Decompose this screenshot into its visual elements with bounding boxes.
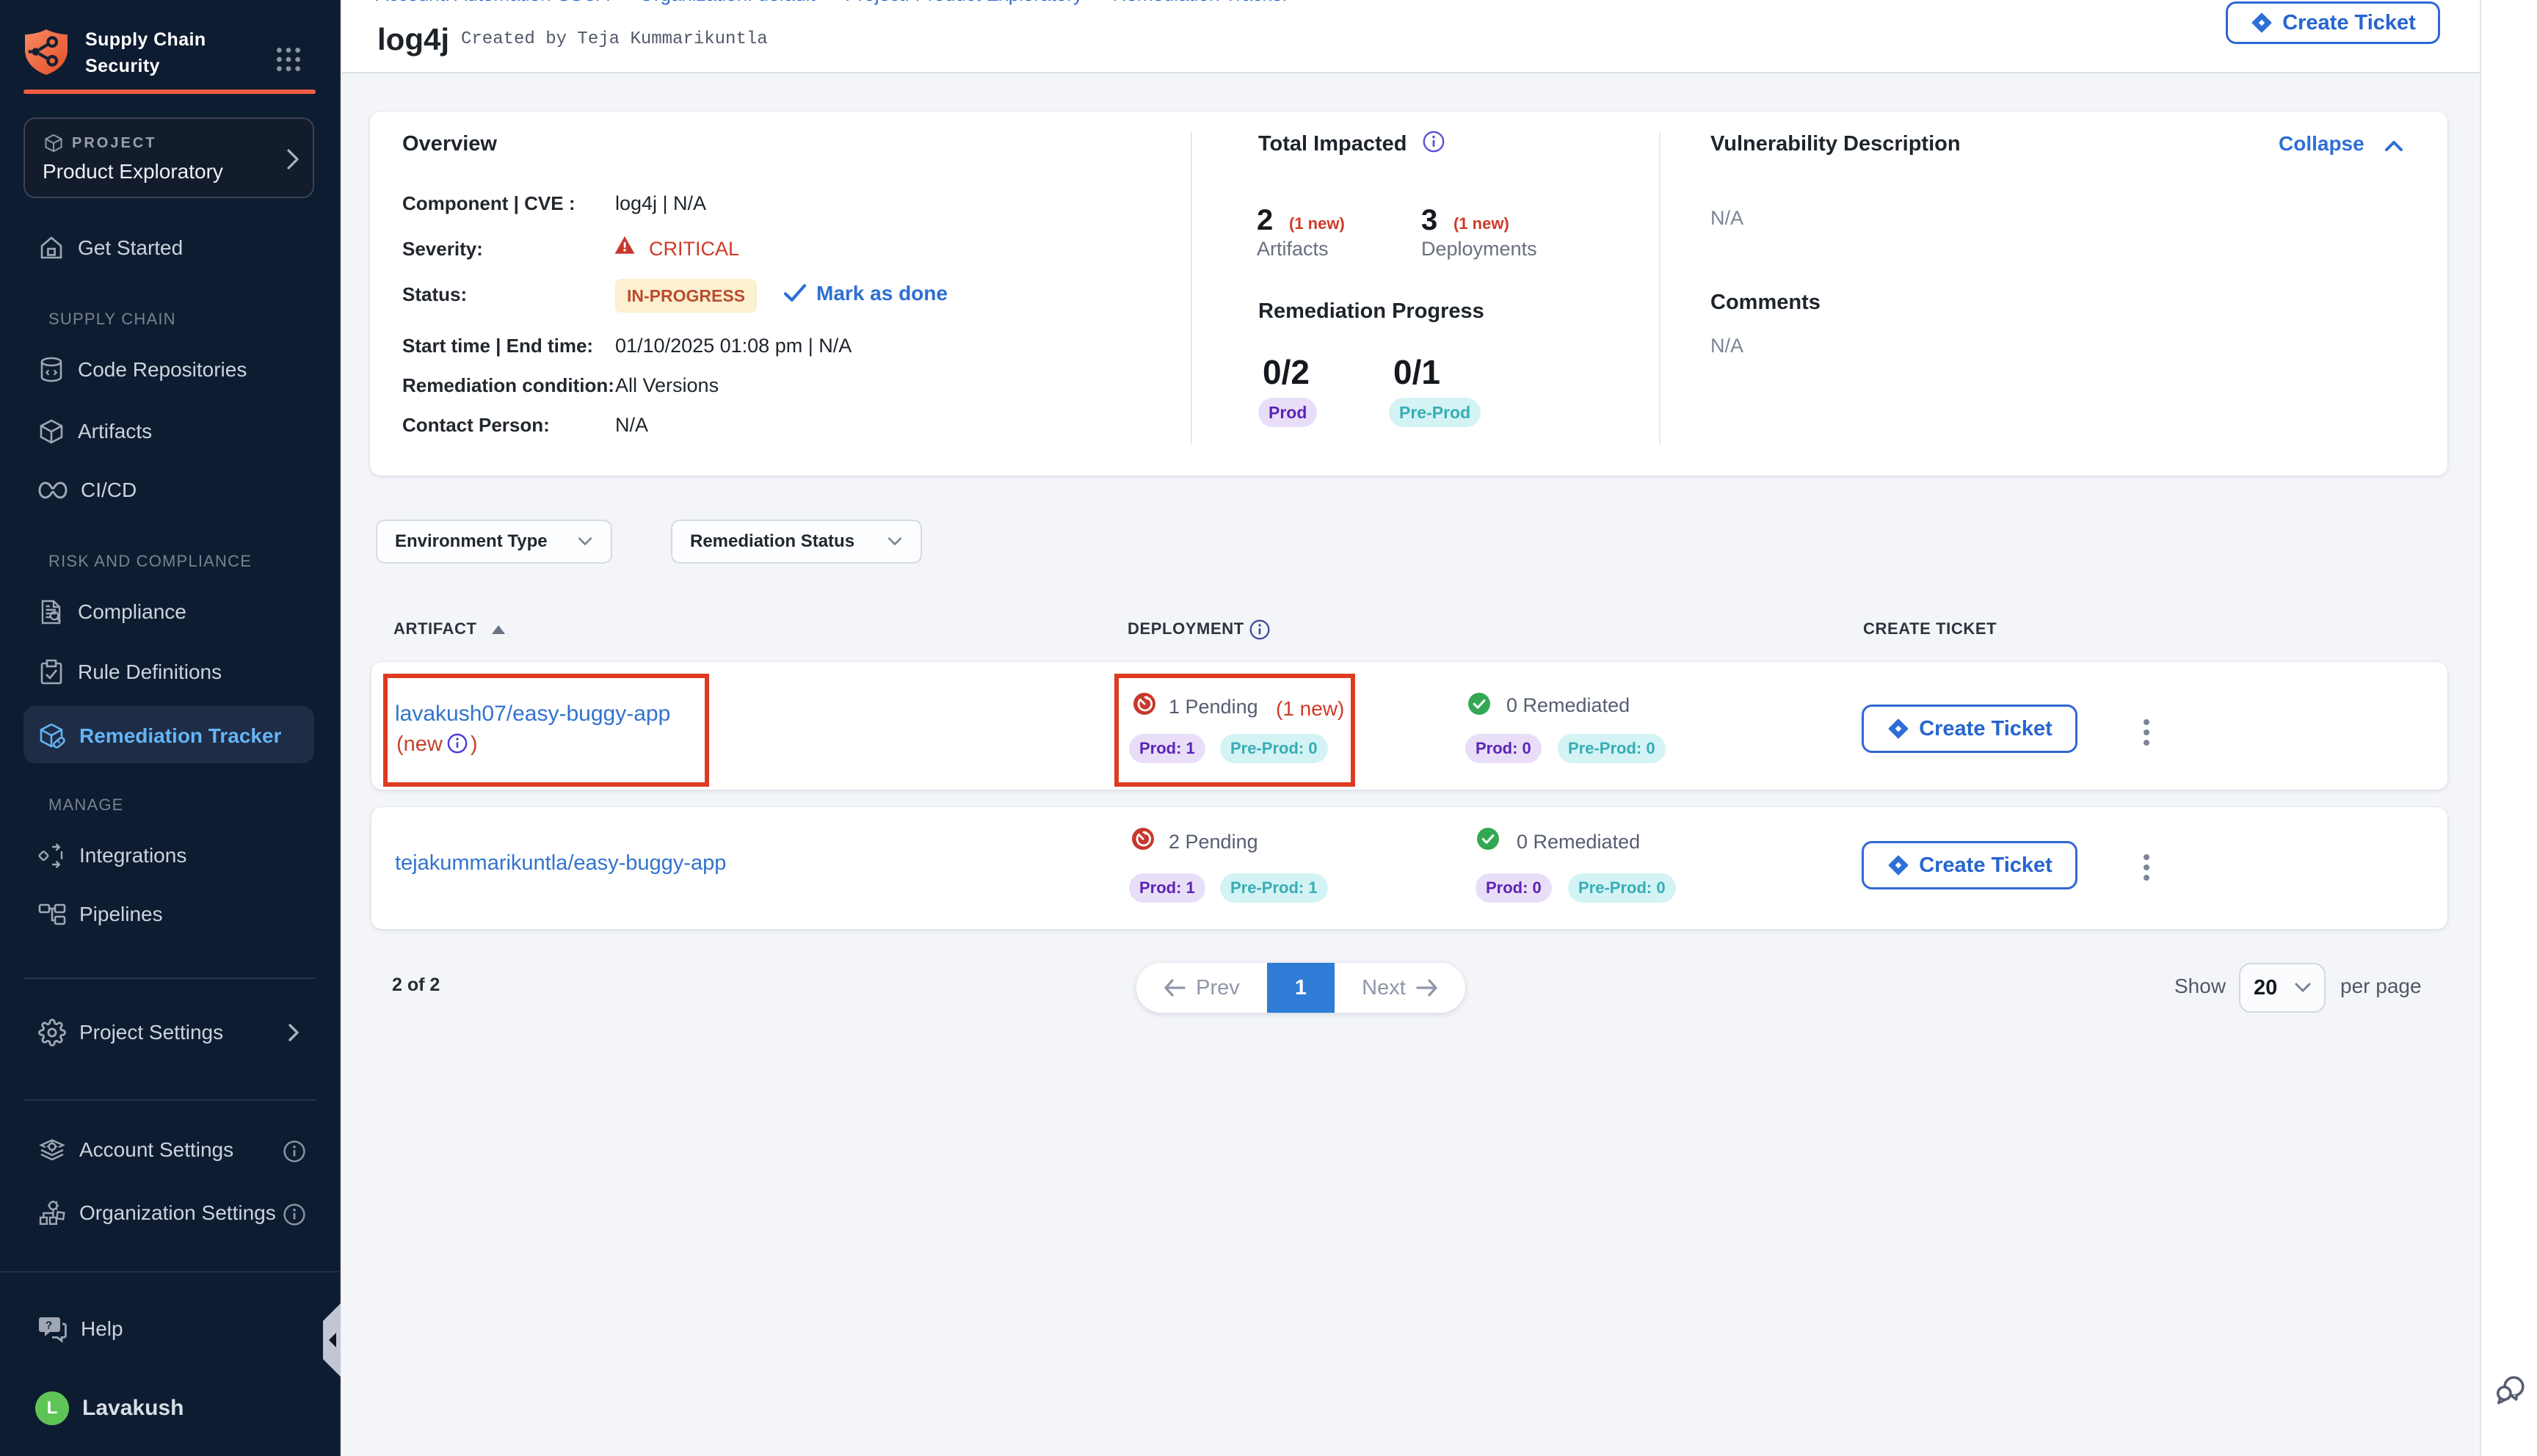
svg-text:?: ? bbox=[46, 1320, 52, 1332]
